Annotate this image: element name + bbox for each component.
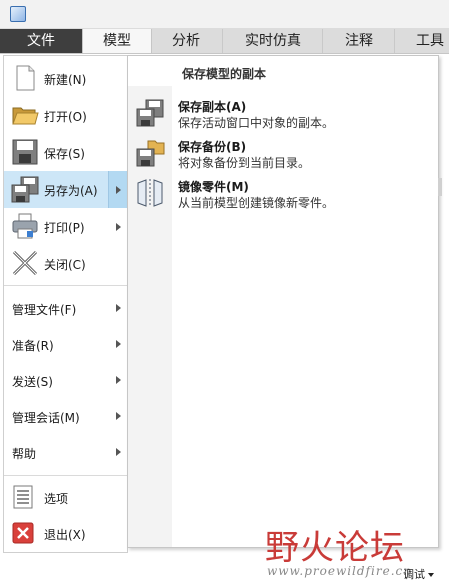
save-disk-icon bbox=[10, 137, 40, 167]
menu-save-as-label: 另存为(A) bbox=[44, 184, 98, 198]
menu-exit[interactable]: 退出(X) bbox=[4, 516, 127, 550]
tab-file[interactable]: 文件 bbox=[0, 29, 82, 53]
mirror-part-item[interactable]: 镜像零件(M) 从当前模型创建镜像新零件。 bbox=[128, 174, 438, 214]
chevron-right-icon bbox=[116, 340, 121, 348]
menu-options[interactable]: 选项 bbox=[4, 480, 127, 514]
menu-separator bbox=[4, 475, 127, 476]
menu-prepare[interactable]: 准备(R) bbox=[4, 326, 127, 362]
scrollbar-thumb[interactable] bbox=[438, 178, 442, 196]
app-icon[interactable] bbox=[10, 6, 26, 22]
menu-manage-file[interactable]: 管理文件(F) bbox=[4, 290, 127, 326]
new-file-icon bbox=[10, 63, 40, 93]
chevron-right-icon bbox=[116, 412, 121, 420]
menu-new[interactable]: 新建(N) bbox=[4, 60, 127, 97]
menu-print-label: 打印(P) bbox=[44, 221, 85, 235]
exit-icon bbox=[12, 521, 34, 545]
watermark-url: www.proewildfire.cn bbox=[267, 564, 412, 578]
menu-send[interactable]: 发送(S) bbox=[4, 362, 127, 398]
save-copy-item[interactable]: 保存副本(A) 保存活动窗口中对象的副本。 bbox=[128, 94, 438, 134]
menu-new-label: 新建(N) bbox=[44, 73, 87, 87]
tab-tools[interactable]: 工具 bbox=[394, 29, 449, 53]
debug-button[interactable]: 调试 bbox=[403, 566, 434, 582]
save-as-divider bbox=[108, 171, 109, 208]
save-backup-title: 保存备份(B) bbox=[178, 140, 247, 154]
tab-simulation[interactable]: 实时仿真 bbox=[222, 29, 323, 53]
menu-separator bbox=[4, 285, 127, 286]
save-backup-icon bbox=[134, 137, 166, 169]
chevron-right-icon bbox=[116, 185, 121, 194]
submenu-header: 保存模型的副本 bbox=[128, 56, 438, 86]
menu-options-label: 选项 bbox=[44, 492, 69, 506]
mirror-part-title: 镜像零件(M) bbox=[178, 180, 249, 194]
menu-help[interactable]: 帮助 bbox=[4, 434, 127, 470]
menu-open[interactable]: 打开(O) bbox=[4, 97, 127, 134]
menu-help-label: 帮助 bbox=[12, 447, 37, 461]
menu-open-label: 打开(O) bbox=[44, 110, 87, 124]
chevron-right-icon bbox=[116, 376, 121, 384]
chevron-right-icon bbox=[116, 448, 121, 456]
printer-icon bbox=[10, 211, 40, 241]
chevron-down-icon bbox=[428, 573, 434, 577]
chevron-right-icon bbox=[116, 222, 121, 231]
mirror-part-desc: 从当前模型创建镜像新零件。 bbox=[178, 196, 335, 210]
menu-manage-session[interactable]: 管理会话(M) bbox=[4, 398, 127, 434]
menu-close-label: 关闭(C) bbox=[44, 258, 86, 272]
menu-save-as[interactable]: 另存为(A) bbox=[4, 171, 127, 208]
menu-prepare-label: 准备(R) bbox=[12, 339, 54, 353]
quick-access-toolbar bbox=[0, 0, 449, 29]
menu-manage-file-label: 管理文件(F) bbox=[12, 303, 77, 317]
save-copy-icon bbox=[134, 97, 166, 129]
debug-label: 调试 bbox=[403, 568, 425, 581]
save-backup-item[interactable]: 保存备份(B) 将对象备份到当前目录。 bbox=[128, 134, 438, 174]
save-copy-desc: 保存活动窗口中对象的副本。 bbox=[178, 116, 335, 130]
mirror-part-icon bbox=[134, 177, 166, 209]
save-as-submenu: 保存模型的副本 保存副本(A) 保存活动窗口中对象的副本。 保存备份(B) 将对… bbox=[127, 55, 439, 548]
menu-manage-session-label: 管理会话(M) bbox=[12, 411, 80, 425]
menu-save-label: 保存(S) bbox=[44, 147, 85, 161]
options-list-icon bbox=[12, 485, 34, 509]
save-as-icon bbox=[10, 174, 40, 204]
close-x-icon bbox=[10, 248, 40, 278]
ribbon-tabs: 文件 模型 分析 实时仿真 注释 工具 bbox=[0, 29, 449, 54]
tab-analysis[interactable]: 分析 bbox=[150, 29, 222, 53]
menu-exit-label: 退出(X) bbox=[44, 528, 86, 542]
save-backup-desc: 将对象备份到当前目录。 bbox=[178, 156, 311, 170]
save-copy-title: 保存副本(A) bbox=[178, 100, 247, 114]
menu-print[interactable]: 打印(P) bbox=[4, 208, 127, 245]
tab-annotate[interactable]: 注释 bbox=[322, 29, 395, 53]
watermark-text: 野火论坛 bbox=[265, 528, 405, 568]
menu-save[interactable]: 保存(S) bbox=[4, 134, 127, 171]
tab-model[interactable]: 模型 bbox=[82, 29, 152, 53]
file-menu: 新建(N) 打开(O) 保存(S) 另存为(A) 打印(P) 关闭(C) 管理文… bbox=[3, 55, 128, 553]
submenu-title: 保存模型的副本 bbox=[182, 67, 267, 81]
menu-close[interactable]: 关闭(C) bbox=[4, 245, 127, 282]
chevron-right-icon bbox=[116, 304, 121, 312]
menu-send-label: 发送(S) bbox=[12, 375, 53, 389]
open-folder-icon bbox=[10, 100, 40, 130]
